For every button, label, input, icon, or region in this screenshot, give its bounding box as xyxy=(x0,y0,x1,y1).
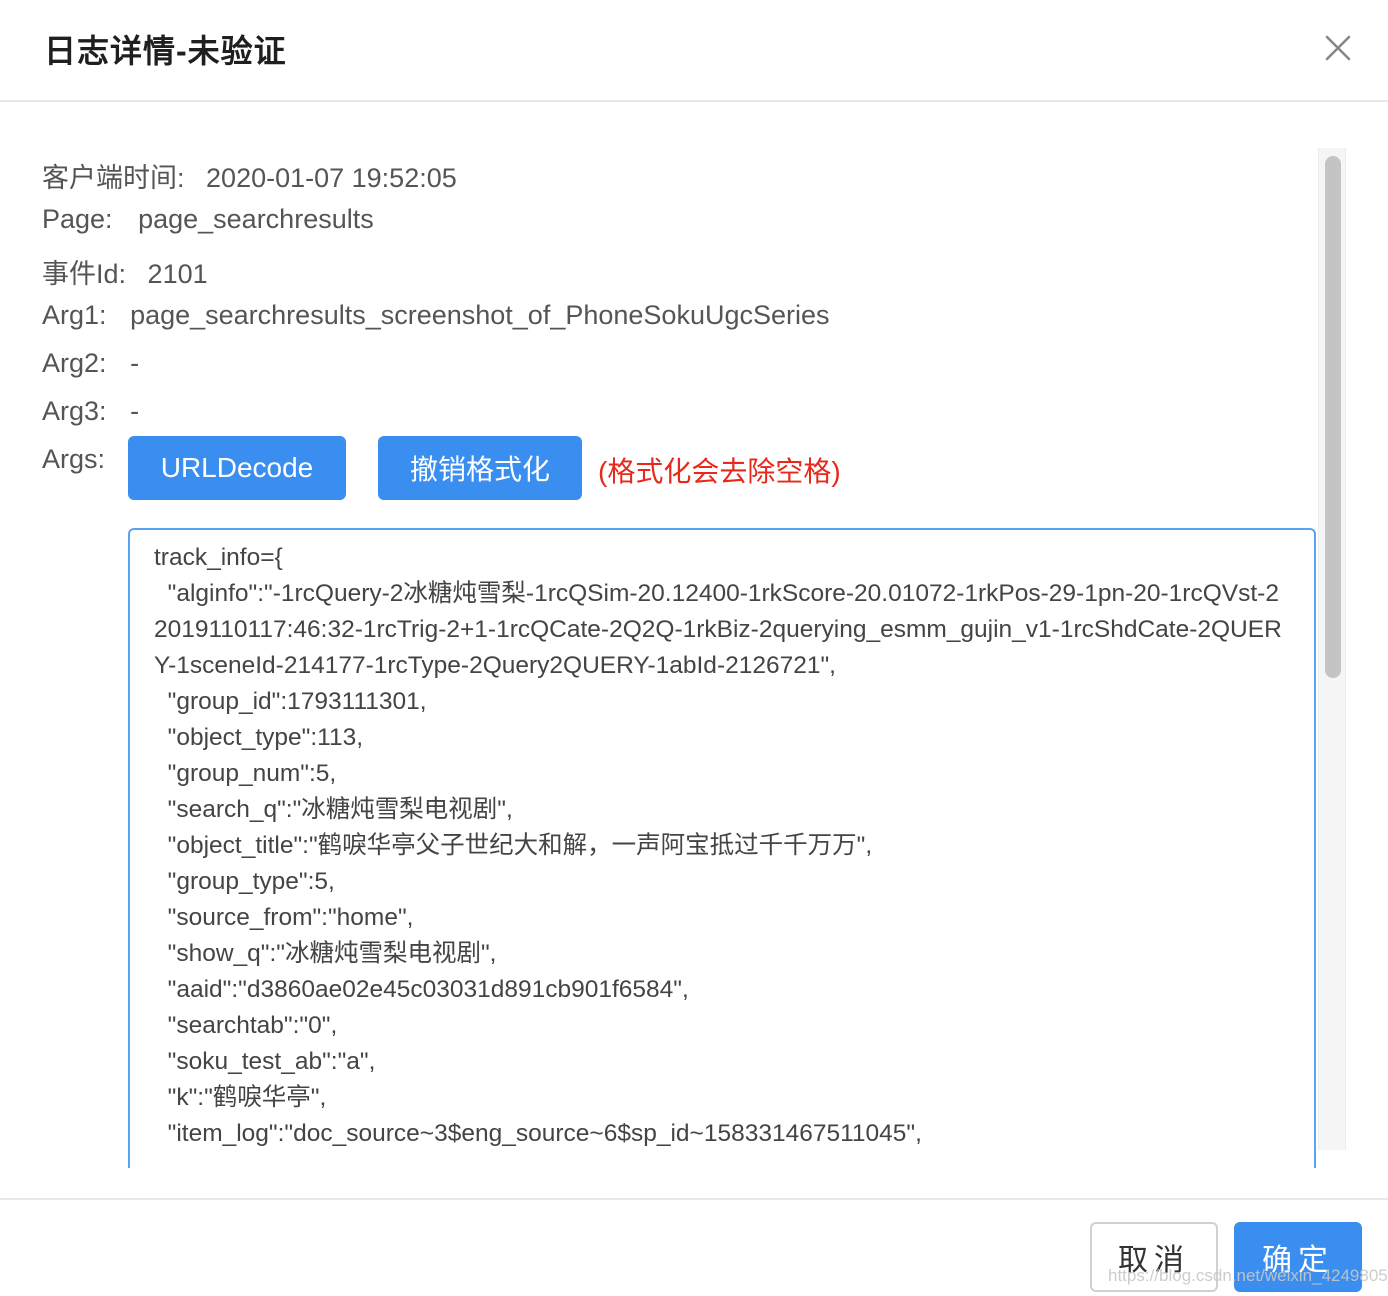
event-id-value: 2101 xyxy=(147,259,208,289)
args-textarea[interactable]: track_info={ "alginfo":"-1rcQuery-2冰糖炖雪梨… xyxy=(128,528,1316,1168)
dialog-footer: 取消 确定 https://blog.csdn.net/weixin_42498… xyxy=(0,1198,1388,1296)
arg2-value: - xyxy=(130,348,140,378)
arg2-row: Arg2: - xyxy=(42,348,139,379)
args-content: track_info={ "alginfo":"-1rcQuery-2冰糖炖雪梨… xyxy=(154,544,1282,1147)
scrollbar-thumb[interactable] xyxy=(1325,156,1341,678)
unformat-button[interactable]: 撤销格式化 xyxy=(378,436,582,500)
format-hint: (格式化会去除空格) xyxy=(598,456,841,487)
arg3-label: Arg3: xyxy=(42,396,107,426)
arg1-value: page_searchresults_screenshot_of_PhoneSo… xyxy=(130,300,830,330)
event-id-row: 事件Id: 2101 xyxy=(42,252,208,291)
arg1-label: Arg1: xyxy=(42,300,107,330)
page-row: Page: page_searchresults xyxy=(42,204,374,235)
client-time-value: 2020-01-07 19:52:05 xyxy=(206,163,457,193)
watermark: https://blog.csdn.net/weixin_42498050 xyxy=(1108,1266,1388,1285)
client-time-row: 客户端时间: 2020-01-07 19:52:05 xyxy=(42,156,457,195)
page-value: page_searchresults xyxy=(138,204,374,234)
arg3-row: Arg3: - xyxy=(42,396,139,427)
close-icon xyxy=(1325,35,1351,61)
dialog-header: 日志详情-未验证 xyxy=(0,0,1388,102)
event-id-label: 事件Id: xyxy=(42,259,127,289)
dialog-body: 客户端时间: 2020-01-07 19:52:05 Page: page_se… xyxy=(0,104,1388,1198)
arg1-row: Arg1: page_searchresults_screenshot_of_P… xyxy=(42,300,830,331)
arg2-label: Arg2: xyxy=(42,348,107,378)
dialog-title: 日志详情-未验证 xyxy=(44,33,287,69)
page-label: Page: xyxy=(42,204,113,234)
close-button[interactable] xyxy=(1316,28,1360,68)
arg3-value: - xyxy=(130,396,140,426)
client-time-label: 客户端时间: xyxy=(42,163,185,193)
urldecode-button[interactable]: URLDecode xyxy=(128,436,346,500)
args-label: Args: xyxy=(42,444,106,474)
scrollbar-track[interactable] xyxy=(1318,148,1346,1150)
